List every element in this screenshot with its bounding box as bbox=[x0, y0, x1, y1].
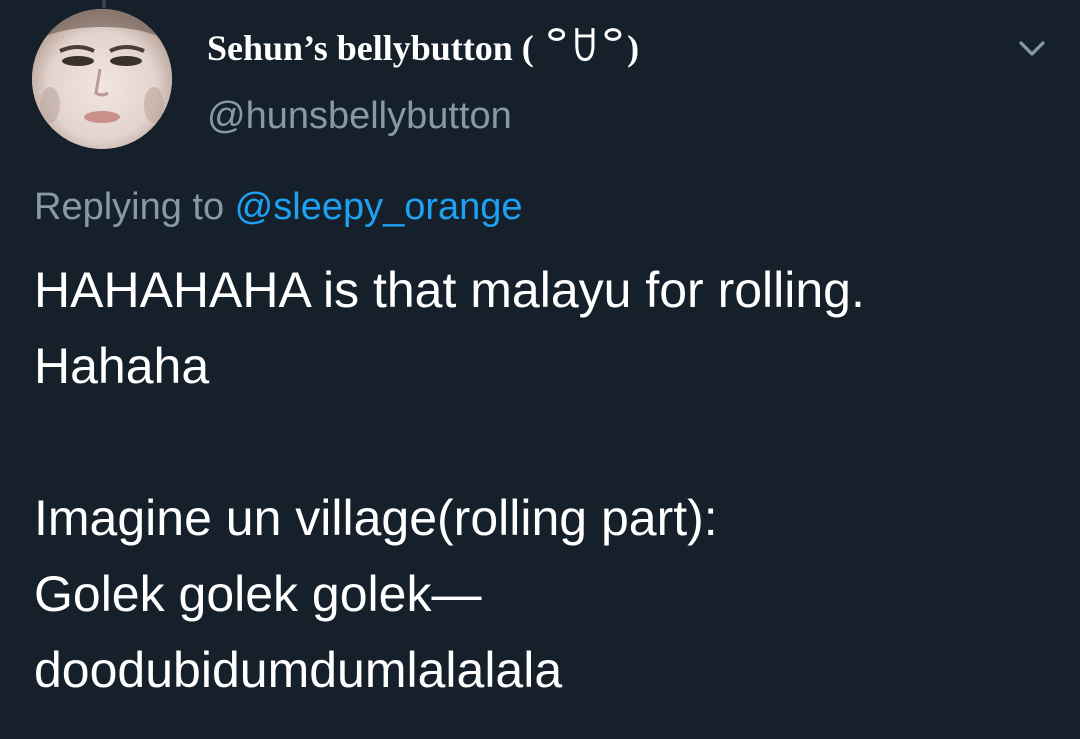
replying-to: Replying to @sleepy_orange bbox=[34, 184, 523, 230]
tweet-text-line: HAHAHAHA is that malayu for rolling. bbox=[34, 262, 865, 318]
thread-connector-line bbox=[102, 0, 106, 8]
avatar[interactable] bbox=[32, 9, 172, 149]
replying-to-label: Replying to bbox=[34, 186, 235, 228]
reply-mention-link[interactable]: @sleepy_orange bbox=[235, 186, 523, 228]
tweet-text-line bbox=[34, 404, 1064, 480]
tweet-text-line: doodubidumdumlalalala bbox=[34, 642, 563, 698]
user-handle[interactable]: @hunsbellybutton bbox=[207, 93, 512, 139]
tweet-text-line: Golek golek golek— bbox=[34, 566, 482, 622]
tweet-text-line: Imagine un village(rolling part): bbox=[34, 490, 718, 546]
tweet-text-line: Hahaha bbox=[34, 338, 210, 394]
avatar-photo-icon bbox=[32, 9, 172, 149]
display-name[interactable]: Sehun’s bellybutton ( ꒪ꇴ꒪) bbox=[207, 26, 639, 70]
tweet-text: HAHAHAHA is that malayu for rolling. Hah… bbox=[34, 252, 1064, 708]
tweet[interactable]: Sehun’s bellybutton ( ꒪ꇴ꒪) @hunsbellybut… bbox=[0, 0, 1080, 739]
chevron-down-icon[interactable] bbox=[1012, 30, 1052, 70]
